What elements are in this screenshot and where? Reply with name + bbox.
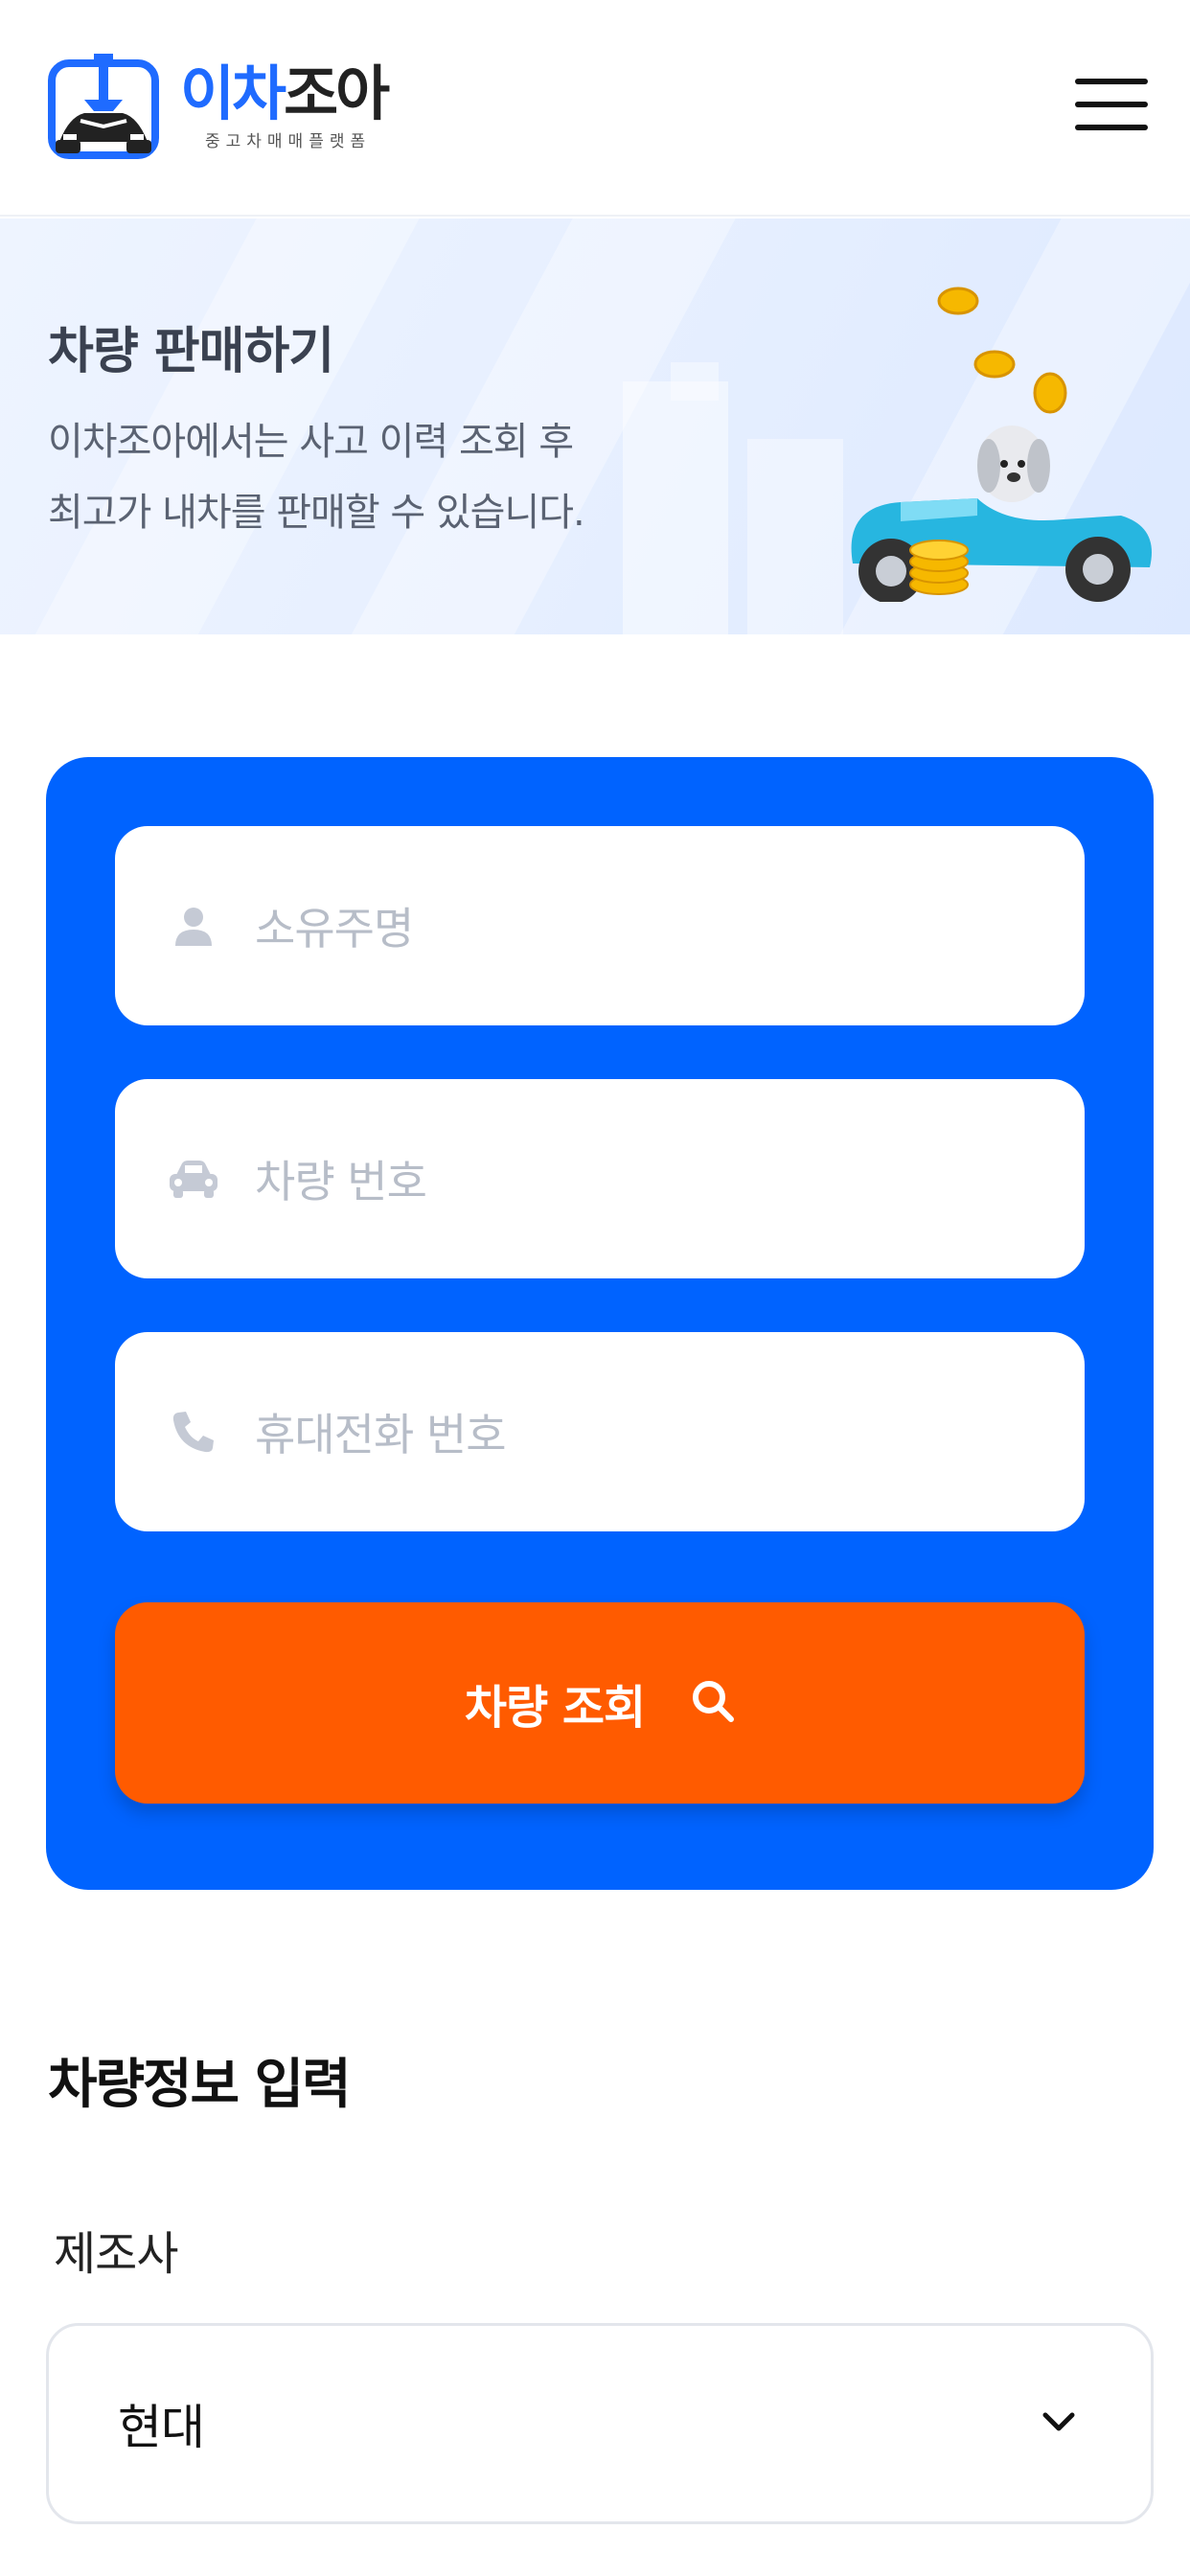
car-number-placeholder: 차량 번호 [255,1156,427,1208]
chevron-down-icon [1041,2411,1076,2436]
logo-title-suffix: 조아 [284,58,390,128]
dog-car-coins-illustration-icon [851,287,1152,602]
logo-title: 이차조아 [180,61,390,126]
hamburger-menu-icon[interactable] [1075,79,1148,130]
vehicle-info-title: 차량정보 입력 [48,2054,352,2116]
vehicle-search-label: 차량 조회 [464,1681,646,1735]
manufacturer-label: 제조사 [54,2227,178,2281]
manufacturer-selected-value: 현대 [118,2400,205,2455]
search-icon [691,1679,735,1727]
city-buildings-icon [623,362,843,634]
menu-line [1075,79,1148,84]
lookup-form-card: 소유주명 차량 번호 휴대전화 번호 차량 조회 [46,757,1154,1890]
crane-car-logo-icon [48,54,159,159]
phone-number-input[interactable]: 휴대전화 번호 [115,1332,1085,1531]
car-number-input[interactable]: 차량 번호 [115,1079,1085,1278]
menu-line [1075,125,1148,130]
logo-subtitle: 중고차매매플랫폼 [205,131,372,151]
phone-number-placeholder: 휴대전화 번호 [255,1409,507,1460]
owner-name-placeholder: 소유주명 [255,903,414,954]
vehicle-search-button[interactable]: 차량 조회 [115,1602,1085,1804]
hero-desc-line: 이차조아에서는 사고 이력 조회 후 [48,420,574,464]
hero-description: 이차조아에서는 사고 이력 조회 후 최고가 내차를 판매할 수 있습니다. [48,406,585,548]
car-icon [165,1158,222,1200]
hero-desc-line: 최고가 내차를 판매할 수 있습니다. [48,491,585,535]
hero-title: 차량 판매하기 [48,323,334,380]
owner-name-input[interactable]: 소유주명 [115,826,1085,1025]
phone-icon [165,1409,222,1455]
logo-text: 이차조아 중고차매매플랫폼 [180,61,390,151]
menu-line [1075,102,1148,107]
logo-title-prefix: 이차 [180,58,286,128]
user-icon [165,905,222,947]
hero-banner: 차량 판매하기 이차조아에서는 사고 이력 조회 후 최고가 내차를 판매할 수… [0,218,1190,634]
header: 이차조아 중고차매매플랫폼 [0,0,1190,217]
logo[interactable]: 이차조아 중고차매매플랫폼 [46,50,390,163]
manufacturer-select[interactable]: 현대 [46,2323,1154,2524]
